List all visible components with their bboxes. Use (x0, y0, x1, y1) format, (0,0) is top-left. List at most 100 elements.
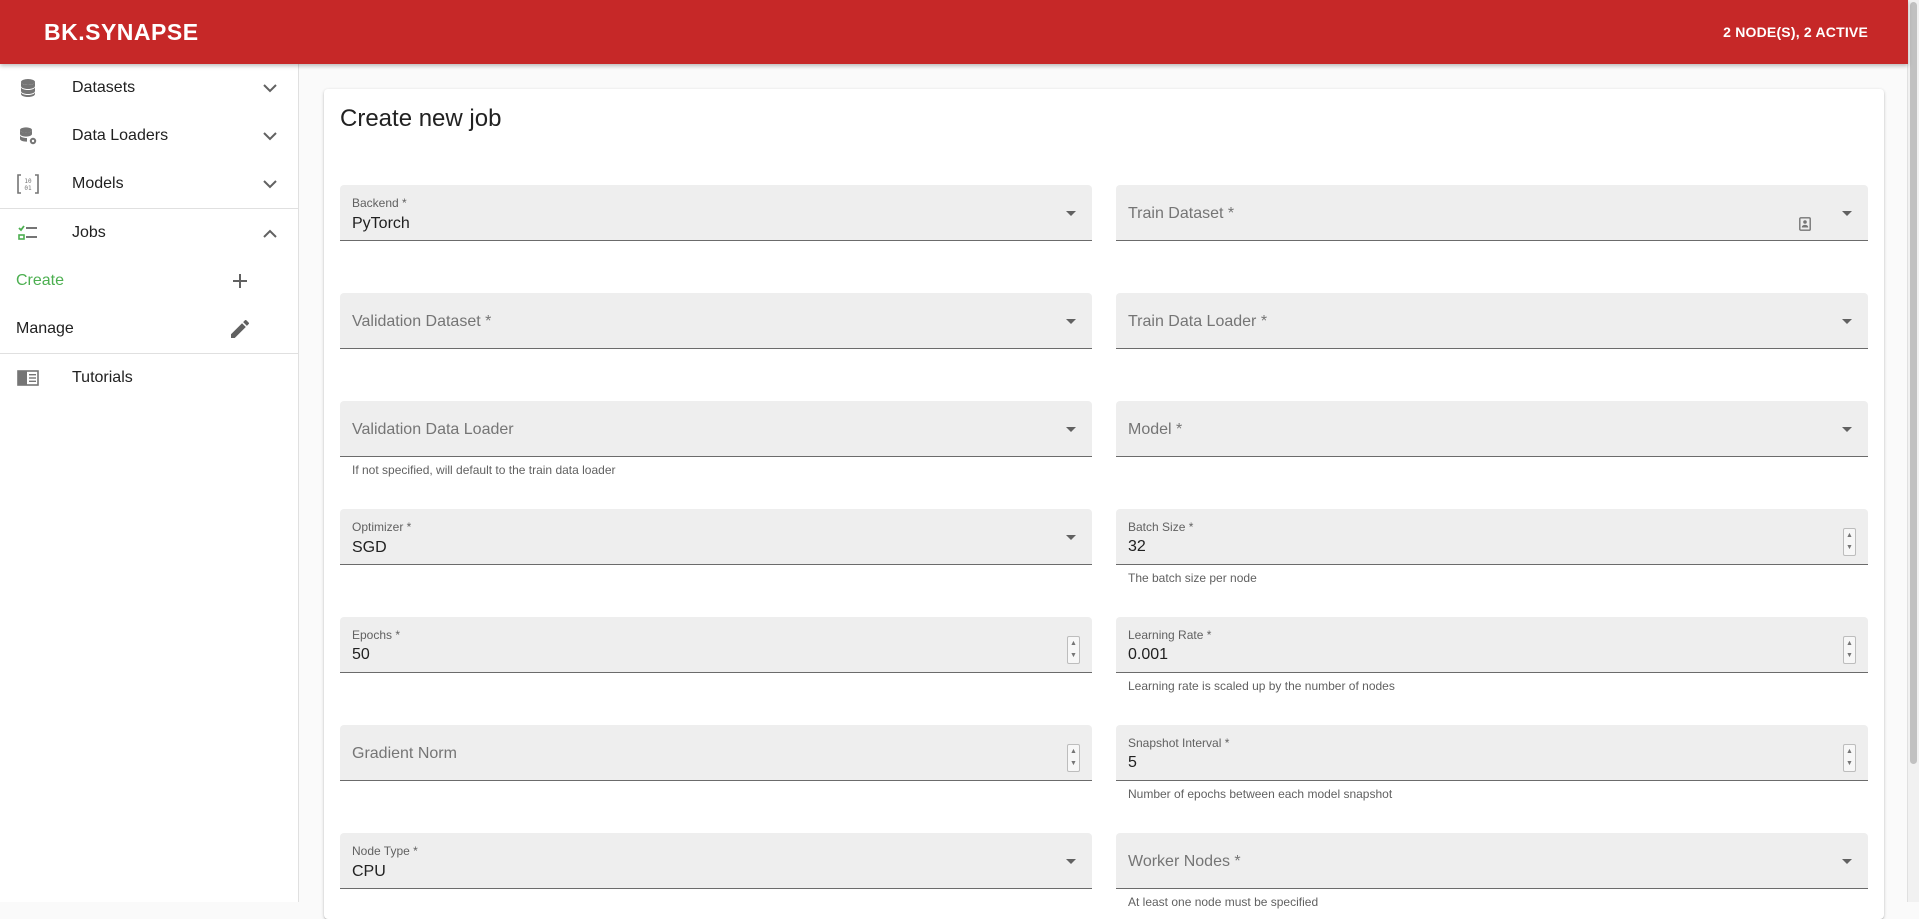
create-job-label: Create (16, 272, 65, 289)
stepper-down-icon[interactable]: ▼ (1070, 650, 1077, 661)
sidebar-item-data-loaders[interactable]: Data Loaders (0, 112, 298, 160)
stepper-down-icon[interactable]: ▼ (1070, 758, 1077, 769)
sidebar-item-label: Tutorials (72, 369, 133, 386)
optimizer-select[interactable]: Optimizer * SGD (340, 509, 1092, 565)
node-type-value: CPU (352, 863, 386, 880)
epochs-input[interactable]: Epochs * 50 ▲ ▼ (340, 617, 1092, 673)
batch-size-hint: The batch size per node (1128, 571, 1257, 585)
gradient-norm-label: Gradient Norm (352, 745, 457, 762)
model-select[interactable]: Model * (1116, 401, 1868, 457)
binary-matrix-icon: 10 01 (16, 172, 40, 196)
stepper-up-icon[interactable]: ▲ (1846, 638, 1853, 649)
validation-data-loader-label: Validation Data Loader (352, 421, 514, 438)
number-stepper[interactable]: ▲ ▼ (1067, 744, 1080, 772)
number-stepper[interactable]: ▲ ▼ (1843, 636, 1856, 664)
train-data-loader-label: Train Data Loader * (1128, 313, 1268, 330)
backend-select[interactable]: Backend * PyTorch (340, 185, 1092, 241)
create-job-card: Create new job Backend * PyTorch Train D… (324, 89, 1884, 919)
chevron-down-icon[interactable] (258, 76, 282, 100)
chevron-up-icon[interactable] (258, 221, 282, 245)
dropdown-arrow-icon[interactable] (1842, 859, 1852, 864)
sidebar-item-label: Data Loaders (72, 127, 169, 144)
page-title: Create new job (340, 105, 502, 132)
stepper-down-icon[interactable]: ▼ (1846, 758, 1853, 769)
snapshot-interval-value: 5 (1128, 754, 1137, 771)
dropdown-arrow-icon[interactable] (1066, 427, 1076, 432)
optimizer-value: SGD (352, 539, 387, 556)
optimizer-label: Optimizer * (352, 520, 412, 534)
worker-nodes-select[interactable]: Worker Nodes * (1116, 833, 1868, 889)
worker-nodes-hint: At least one node must be specified (1128, 895, 1319, 909)
validation-data-loader-select[interactable]: Validation Data Loader (340, 401, 1092, 457)
gradient-norm-input[interactable]: Gradient Norm ▲ ▼ (340, 725, 1092, 781)
learning-rate-label: Learning Rate * (1128, 628, 1212, 642)
sidebar-item-jobs[interactable]: Jobs (0, 209, 298, 257)
batch-size-value: 32 (1128, 538, 1146, 555)
backend-value: PyTorch (352, 215, 410, 232)
snapshot-interval-input[interactable]: Snapshot Interval * 5 ▲ ▼ (1116, 725, 1868, 781)
train-dataset-select[interactable]: Train Dataset * (1116, 185, 1868, 241)
batch-size-label: Batch Size * (1128, 520, 1194, 534)
backend-label: Backend * (352, 196, 407, 210)
sidebar-item-tutorials[interactable]: Tutorials (0, 354, 298, 402)
page-scrollbar[interactable] (1907, 0, 1919, 902)
dropdown-arrow-icon[interactable] (1842, 319, 1852, 324)
stepper-down-icon[interactable]: ▼ (1846, 542, 1853, 553)
book-icon (16, 366, 40, 390)
train-data-loader-select[interactable]: Train Data Loader * (1116, 293, 1868, 349)
stepper-up-icon[interactable]: ▲ (1846, 530, 1853, 541)
dropdown-arrow-icon[interactable] (1066, 859, 1076, 864)
dropdown-arrow-icon[interactable] (1842, 427, 1852, 432)
sidebar-item-label: Jobs (72, 224, 106, 241)
stepper-down-icon[interactable]: ▼ (1846, 650, 1853, 661)
database-settings-icon (16, 124, 40, 148)
dropdown-arrow-icon[interactable] (1066, 319, 1076, 324)
plus-icon (228, 269, 252, 293)
app-brand[interactable]: BK.SYNAPSE (44, 19, 199, 46)
sidebar-item-datasets[interactable]: Datasets (0, 64, 298, 112)
number-stepper[interactable]: ▲ ▼ (1843, 744, 1856, 772)
train-dataset-label: Train Dataset * (1128, 205, 1235, 222)
stepper-up-icon[interactable]: ▲ (1070, 638, 1077, 649)
snapshot-interval-label: Snapshot Interval * (1128, 736, 1230, 750)
worker-nodes-label: Worker Nodes * (1128, 853, 1241, 870)
stepper-up-icon[interactable]: ▲ (1846, 746, 1853, 757)
pencil-icon (228, 317, 252, 341)
chevron-down-icon[interactable] (258, 172, 282, 196)
checklist-icon (16, 221, 40, 245)
sidebar-item-label: Datasets (72, 79, 136, 96)
database-icon (16, 76, 40, 100)
sidebar-item-models[interactable]: 10 01 Models (0, 160, 298, 208)
svg-text:10: 10 (24, 178, 32, 185)
epochs-label: Epochs * (352, 628, 401, 642)
dropdown-arrow-icon[interactable] (1066, 535, 1076, 540)
learning-rate-value: 0.001 (1128, 646, 1169, 663)
contact-card-icon (1798, 217, 1812, 231)
number-stepper[interactable]: ▲ ▼ (1843, 528, 1856, 556)
app-header: BK.SYNAPSE 2 NODE(S), 2 ACTIVE (0, 0, 1908, 64)
dropdown-arrow-icon[interactable] (1842, 211, 1852, 216)
batch-size-input[interactable]: Batch Size * 32 ▲ ▼ (1116, 509, 1868, 565)
model-label: Model * (1128, 421, 1183, 438)
validation-dataset-select[interactable]: Validation Dataset * (340, 293, 1092, 349)
sidebar-item-label: Models (72, 175, 124, 192)
stepper-up-icon[interactable]: ▲ (1070, 746, 1077, 757)
sidebar-subitem-create[interactable]: Create (0, 257, 298, 305)
learning-rate-hint: Learning rate is scaled up by the number… (1128, 679, 1395, 693)
validation-dataset-label: Validation Dataset * (352, 313, 492, 330)
node-status: 2 NODE(S), 2 ACTIVE (1723, 24, 1868, 40)
dropdown-arrow-icon[interactable] (1066, 211, 1076, 216)
manage-jobs-label: Manage (16, 320, 74, 337)
node-type-label: Node Type * (352, 844, 418, 858)
node-type-select[interactable]: Node Type * CPU (340, 833, 1092, 889)
epochs-value: 50 (352, 646, 370, 663)
validation-data-loader-hint: If not specified, will default to the tr… (352, 463, 616, 477)
number-stepper[interactable]: ▲ ▼ (1067, 636, 1080, 664)
sidebar-subitem-manage[interactable]: Manage (0, 305, 298, 353)
sidebar-nav: Datasets Data Loaders 1001 Models Jobs (0, 64, 299, 902)
learning-rate-input[interactable]: Learning Rate * 0.001 ▲ ▼ (1116, 617, 1868, 673)
chevron-down-icon[interactable] (258, 124, 282, 148)
svg-text:01: 01 (24, 185, 32, 192)
snapshot-interval-hint: Number of epochs between each model snap… (1128, 787, 1393, 801)
scrollbar-thumb[interactable] (1910, 2, 1917, 764)
